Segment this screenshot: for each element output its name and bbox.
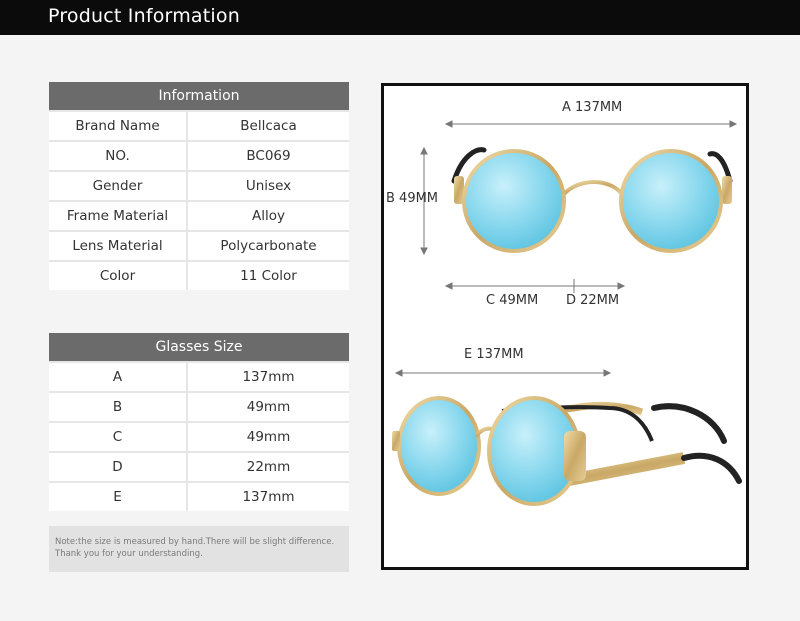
table-row: Frame Material Alloy — [49, 200, 349, 230]
dimension-c-label: C 49MM — [486, 293, 539, 308]
row-label: A — [49, 363, 188, 391]
dimension-a-label: A 137MM — [562, 100, 623, 115]
dimension-c-d-line — [444, 279, 626, 293]
table-row: E 137mm — [49, 481, 349, 511]
row-value: Bellcaca — [240, 118, 297, 134]
row-value: BC069 — [246, 148, 291, 164]
sunglasses-illustration — [392, 120, 742, 506]
information-table: Information Brand Name Bellcaca NO. BC06… — [49, 82, 349, 290]
dimension-d-label: D 22MM — [566, 293, 620, 308]
dimension-a-line — [444, 120, 738, 128]
product-dimension-image: A 137MM B 49MM C 49MM D 22MM E 137MM — [381, 83, 749, 570]
row-label: Brand Name — [49, 112, 188, 140]
page-title: Product Information — [48, 5, 240, 27]
table-row: NO. BC069 — [49, 140, 349, 170]
row-label: Color — [49, 262, 188, 290]
sunglasses-front-view — [451, 147, 733, 253]
measurement-note: Note:the size is measured by hand.There … — [49, 526, 349, 572]
table-row: Brand Name Bellcaca — [49, 110, 349, 140]
table-row: Gender Unisex — [49, 170, 349, 200]
page-header: Product Information — [0, 0, 800, 35]
row-label: D — [49, 453, 188, 481]
dimension-e-label: E 137MM — [464, 347, 524, 362]
table-row: A 137mm — [49, 361, 349, 391]
row-label: Frame Material — [49, 202, 188, 230]
table-row: D 22mm — [49, 451, 349, 481]
row-value: 49mm — [246, 429, 291, 445]
row-value: Unisex — [245, 178, 292, 194]
row-value: 11 Color — [240, 268, 297, 284]
row-value: 49mm — [246, 399, 291, 415]
glasses-size-table-title: Glasses Size — [49, 333, 349, 361]
row-value: Alloy — [252, 208, 285, 224]
note-line-1: Note:the size is measured by hand.There … — [55, 537, 335, 547]
glasses-size-table: Glasses Size A 137mm B 49mm C 49mm D 22m… — [49, 333, 349, 511]
row-value: 137mm — [242, 489, 295, 505]
table-row: Lens Material Polycarbonate — [49, 230, 349, 260]
table-row: B 49mm — [49, 391, 349, 421]
row-label: NO. — [49, 142, 188, 170]
sunglasses-side-view — [392, 396, 742, 506]
row-label: Gender — [49, 172, 188, 200]
row-label: C — [49, 423, 188, 451]
dimension-b-label: B 49MM — [386, 191, 439, 206]
table-row: Color 11 Color — [49, 260, 349, 290]
row-label: E — [49, 483, 188, 511]
table-row: C 49mm — [49, 421, 349, 451]
note-line-2: Thank you for your understanding. — [55, 549, 203, 559]
dimension-e-line — [394, 369, 612, 377]
row-value: Polycarbonate — [220, 238, 317, 254]
row-label: Lens Material — [49, 232, 188, 260]
row-label: B — [49, 393, 188, 421]
information-table-title: Information — [49, 82, 349, 110]
row-value: 137mm — [242, 369, 295, 385]
row-value: 22mm — [246, 459, 291, 475]
